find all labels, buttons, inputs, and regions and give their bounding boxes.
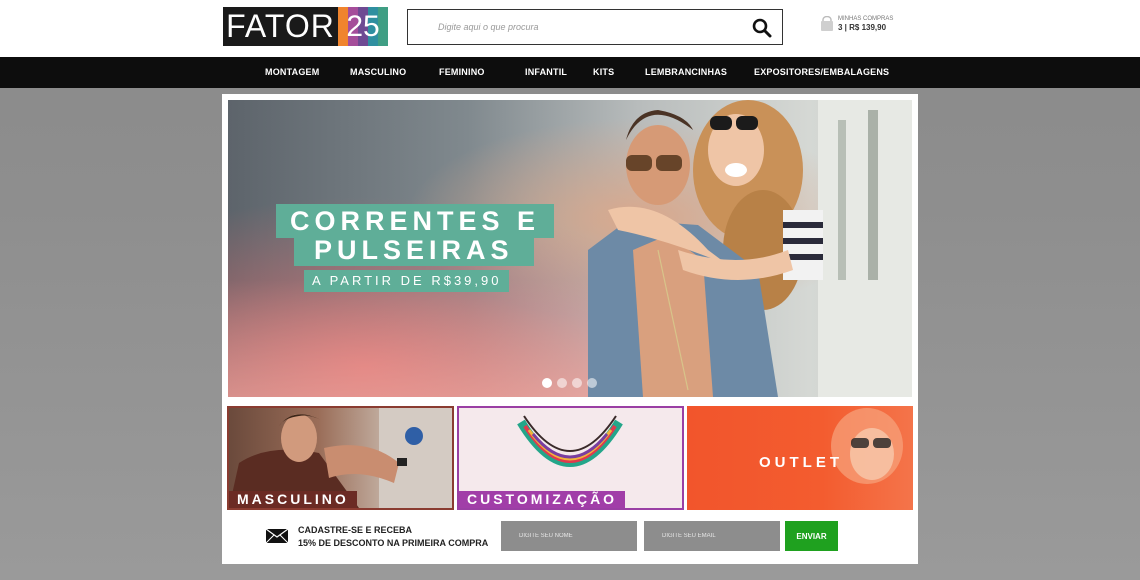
newsletter-email-input[interactable]	[644, 521, 780, 551]
hero-title-line2: PULSEIRAS	[294, 234, 534, 266]
hero-banner[interactable]: CORRENTES E PULSEIRAS A PARTIR DE R$39,9…	[228, 100, 912, 397]
nav-item-masculino[interactable]: MASCULINO	[350, 67, 406, 77]
newsletter-submit-button[interactable]: ENVIAR	[785, 521, 838, 551]
carousel-dots	[542, 378, 597, 388]
nav-item-expositores[interactable]: EXPOSITORES/EMBALAGENS	[754, 67, 889, 77]
newsletter-text: CADASTRE-SE E RECEBA 15% DE DESCONTO NA …	[298, 524, 488, 550]
search-input[interactable]	[438, 19, 738, 35]
search-icon[interactable]	[752, 18, 772, 38]
tile-label-outlet: OUTLET	[759, 454, 843, 471]
nav-item-kits[interactable]: KITS	[593, 67, 614, 77]
envelope-icon	[265, 528, 289, 544]
cart-label: MINHAS COMPRAS	[838, 16, 894, 22]
newsletter-name-input[interactable]	[501, 521, 637, 551]
nav-item-feminino[interactable]: FEMININO	[439, 67, 485, 77]
site-header: FATOR 25 MINHAS CO	[0, 0, 1140, 57]
category-tile-masculino[interactable]: MASCULINO	[227, 406, 454, 510]
category-tile-outlet[interactable]: OUTLET	[687, 406, 913, 510]
newsletter-line2: 15% DE DESCONTO NA PRIMEIRA COMPRA	[298, 538, 489, 548]
tile-label-customizacao: CUSTOMIZAÇÃO	[459, 491, 626, 508]
logo-number: 25	[346, 9, 380, 43]
newsletter-line1: CADASTRE-SE E RECEBA	[298, 525, 413, 535]
logo-number-badge: 25	[338, 7, 388, 46]
tile-label-masculino: MASCULINO	[229, 491, 357, 508]
carousel-dot[interactable]	[542, 378, 552, 388]
main-nav: MONTAGEM MASCULINO FEMININO INFANTIL KIT…	[0, 57, 1140, 88]
category-tile-customizacao[interactable]: CUSTOMIZAÇÃO	[457, 406, 684, 510]
nav-item-montagem[interactable]: MONTAGEM	[265, 67, 319, 77]
nav-item-infantil[interactable]: INFANTIL	[525, 67, 567, 77]
main-panel: CORRENTES E PULSEIRAS A PARTIR DE R$39,9…	[222, 94, 918, 564]
cart-summary[interactable]: MINHAS COMPRAS 3 | R$ 139,90	[820, 15, 900, 36]
carousel-dot[interactable]	[557, 378, 567, 388]
site-logo[interactable]: FATOR 25	[223, 7, 388, 46]
nav-item-lembrancinhas[interactable]: LEMBRANCINHAS	[645, 67, 727, 77]
hero-couple-photo	[588, 100, 912, 397]
cart-total: 3 | R$ 139,90	[838, 23, 887, 32]
search-box	[407, 9, 783, 45]
hero-title-line1: CORRENTES E	[276, 204, 555, 238]
carousel-dot[interactable]	[572, 378, 582, 388]
carousel-dot[interactable]	[587, 378, 597, 388]
logo-wordmark: FATOR	[223, 7, 338, 46]
shopping-bag-icon	[820, 15, 834, 32]
hero-subtitle: A PARTIR DE R$39,90	[304, 270, 510, 292]
